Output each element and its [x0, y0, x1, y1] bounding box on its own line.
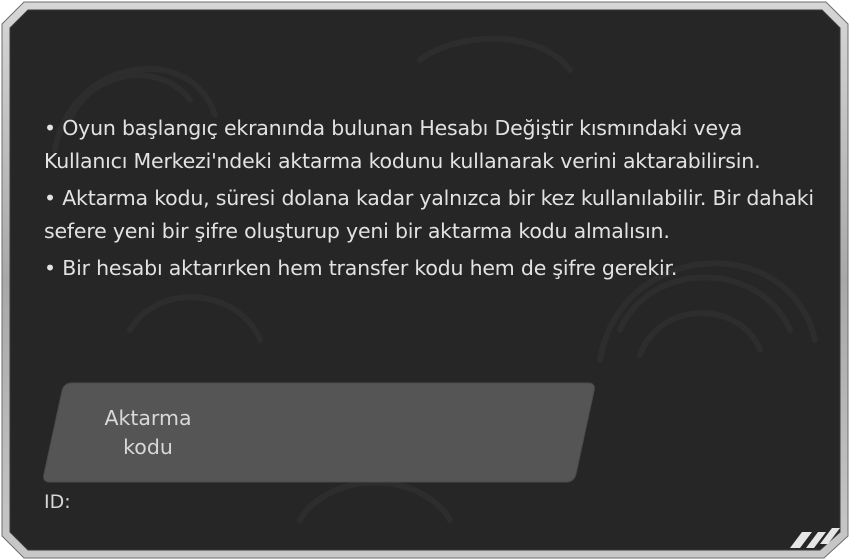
id-label: ID: [44, 491, 71, 513]
transfer-code-button-label: Aktarma kodu [104, 406, 192, 459]
info-paragraph-2: • Aktarma kodu, süresi dolana kadar yaln… [44, 186, 814, 243]
info-paragraph-3: • Bir hesabı aktarırken hem transfer kod… [44, 256, 678, 280]
account-transfer-dialog: • Oyun başlangıç ekranında bulunan Hesab… [0, 0, 850, 560]
info-paragraph-1: • Oyun başlangıç ekranında bulunan Hesab… [44, 116, 761, 173]
transfer-info-text: • Oyun başlangıç ekranında bulunan Hesab… [44, 112, 814, 289]
